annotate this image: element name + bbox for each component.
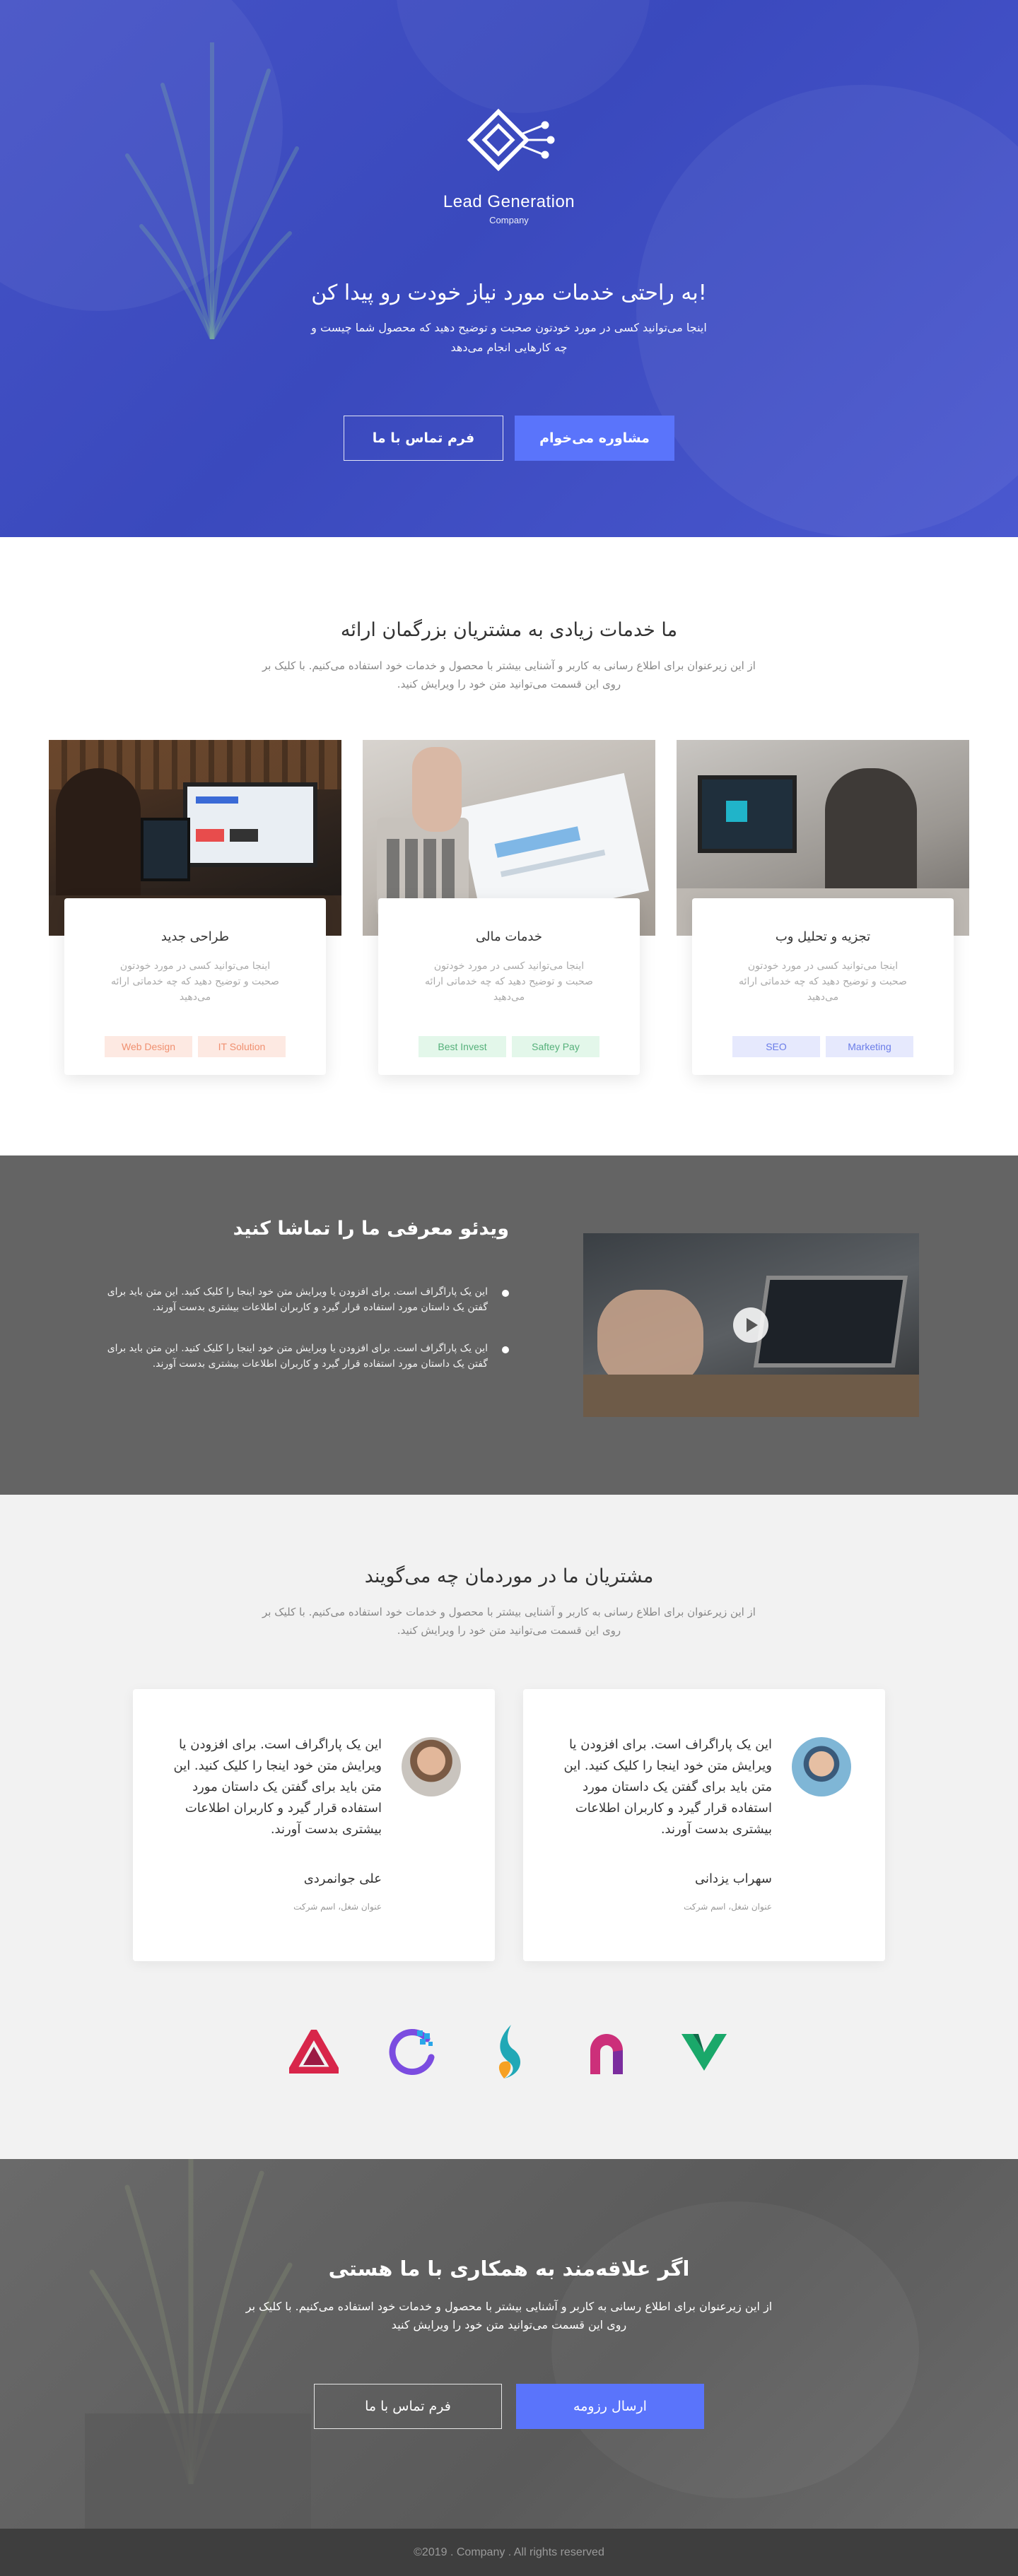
services-title: ما خدمات زیادی به مشتریان بزرگمان ارائه [340,619,678,641]
bullet-icon [502,1290,509,1297]
testimonial-card: این یک پاراگراف است. برای افزودن یا ویرا… [523,1689,885,1961]
cta-section: اگر علاقه‌مند به همکاری با ما هستی از ای… [0,2159,1018,2529]
testimonial-quote: این یک پاراگراف است. برای افزودن یا ویرا… [563,1737,773,1837]
logo-title: Lead Generation [443,192,575,211]
service-card-tags: SEO Marketing [692,1036,954,1057]
tag-marketing[interactable]: Marketing [826,1036,913,1057]
service-card-body: طراحی جدید اینجا می‌توانید کسی در مورد خ… [64,898,326,1075]
testimonial-role: عنوان شغل، اسم شرکت [293,1902,382,1912]
image-monitor [698,775,797,853]
footer: ©2019 . Company . All rights reserved [0,2529,1018,2576]
tag-it-solution[interactable]: IT Solution [198,1036,286,1057]
triangle-logo-icon [286,2023,342,2080]
video-section: ویدئو معرفی ما را تماشا کنید این یک پارا… [0,1155,1018,1495]
testimonial-role: عنوان شغل، اسم شرکت [684,1902,772,1912]
service-card-text: اینجا می‌توانید کسی در مورد خودتون صحبت … [425,960,593,1003]
arch-logo-icon [578,2023,635,2080]
service-card-text: اینجا می‌توانید کسی در مورد خودتون صحبت … [739,960,907,1003]
contact-form-button[interactable]: فرم تماس با ما [344,416,503,461]
service-card[interactable]: طراحی جدید اینجا می‌توانید کسی در مورد خ… [49,740,341,1076]
service-card[interactable]: تجزیه و تحلیل وب اینجا می‌توانید کسی در … [677,740,969,1076]
image-table [583,1375,919,1417]
flame-leaf-logo-icon [481,2023,537,2080]
hero-section: Lead Generation Company !به راحتی خدمات … [0,0,1018,537]
hero-text: اینجا می‌توانید کسی در مورد خودتون صحبت … [311,321,707,354]
video-bullet-text: این یک پاراگراف است. برای افزودن یا ویرا… [107,1343,488,1370]
testimonials-section: مشتریان ما در موردمان چه می‌گویند از این… [0,1495,1018,2159]
service-card-body: خدمات مالی اینجا می‌توانید کسی در مورد خ… [378,898,640,1075]
avatar [792,1737,851,1796]
image-monitor [183,782,317,867]
logo-subtitle: Company [489,215,529,225]
cta-text: از این زیرعنوان برای اطلاع رسانی به کارب… [245,2300,773,2331]
tag-saftey-pay[interactable]: Saftey Pay [512,1036,599,1057]
play-button-icon[interactable] [733,1307,768,1343]
video-bullet-item: این یک پاراگراف است. برای افزودن یا ویرا… [106,1341,509,1372]
video-bullet-text: این یک پاراگراف است. برای افزودن یا ویرا… [107,1286,488,1313]
service-card-title: خدمات مالی [476,929,542,944]
testimonial-name: سهراب یزدانی [695,1871,772,1886]
testimonial-card: این یک پاراگراف است. برای افزودن یا ویرا… [133,1689,495,1961]
consultation-button[interactable]: مشاوره می‌خوام [515,416,674,461]
testimonial-name: علی جوانمردی [303,1871,382,1886]
service-card-tags: Best Invest Saftey Pay [378,1036,640,1057]
service-card-tags: Web Design IT Solution [64,1036,326,1057]
cta-title: اگر علاقه‌مند به همکاری با ما هستی [328,2257,690,2281]
tag-seo[interactable]: SEO [732,1036,820,1057]
circle-dots-logo-icon [383,2023,440,2080]
testimonials-subtitle: از این زیرعنوان برای اطلاع رسانی به کارب… [262,1606,756,1637]
testimonial-cards: این یک پاراگراف است. برای افزودن یا ویرا… [0,1689,1018,1961]
service-card-body: تجزیه و تحلیل وب اینجا می‌توانید کسی در … [692,898,954,1075]
video-title: ویدئو معرفی ما را تماشا کنید [233,1218,509,1240]
tag-web-design[interactable]: Web Design [105,1036,192,1057]
hero-buttons: فرم تماس با ما مشاوره می‌خوام [0,416,1018,461]
v-shape-logo-icon [676,2023,732,2080]
services-subtitle: از این زیرعنوان برای اطلاع رسانی به کارب… [262,659,756,690]
service-card-title: تجزیه و تحلیل وب [775,929,871,944]
testimonial-quote: این یک پاراگراف است. برای افزودن یا ویرا… [173,1737,382,1837]
cta-buttons: فرم تماس با ما ارسال رزومه [0,2384,1018,2429]
image-laptop [753,1276,908,1368]
testimonials-title: مشتریان ما در موردمان چه می‌گویند [364,1565,654,1587]
client-logos [0,2023,1018,2080]
service-cards: طراحی جدید اینجا می‌توانید کسی در مورد خ… [49,740,969,1076]
avatar [402,1737,461,1796]
service-card-title: طراحی جدید [160,929,230,944]
services-section: ما خدمات زیادی به مشتریان بزرگمان ارائه … [0,537,1018,1155]
service-card-text: اینجا می‌توانید کسی در مورد خودتون صحبت … [111,960,279,1003]
send-resume-button[interactable]: ارسال رزومه [516,2384,704,2429]
lead-generation-logo-icon [467,108,555,172]
footer-copyright: ©2019 . Company . All rights reserved [414,2546,604,2558]
video-bullet-list: این یک پاراگراف است. برای افزودن یا ویرا… [106,1284,509,1397]
bullet-icon [502,1346,509,1353]
video-bullet-item: این یک پاراگراف است. برای افزودن یا ویرا… [106,1284,509,1315]
planter-silhouette [85,2413,311,2529]
image-hands [597,1290,703,1389]
image-hand [412,747,462,832]
image-monitor-small [141,818,190,881]
video-thumbnail[interactable] [583,1233,919,1417]
cta-contact-form-button[interactable]: فرم تماس با ما [314,2384,502,2429]
tag-best-invest[interactable]: Best Invest [419,1036,506,1057]
service-card[interactable]: خدمات مالی اینجا می‌توانید کسی در مورد خ… [363,740,655,1076]
hero-title: !به راحتی خدمات مورد نیاز خودت رو پیدا ک… [311,281,707,305]
